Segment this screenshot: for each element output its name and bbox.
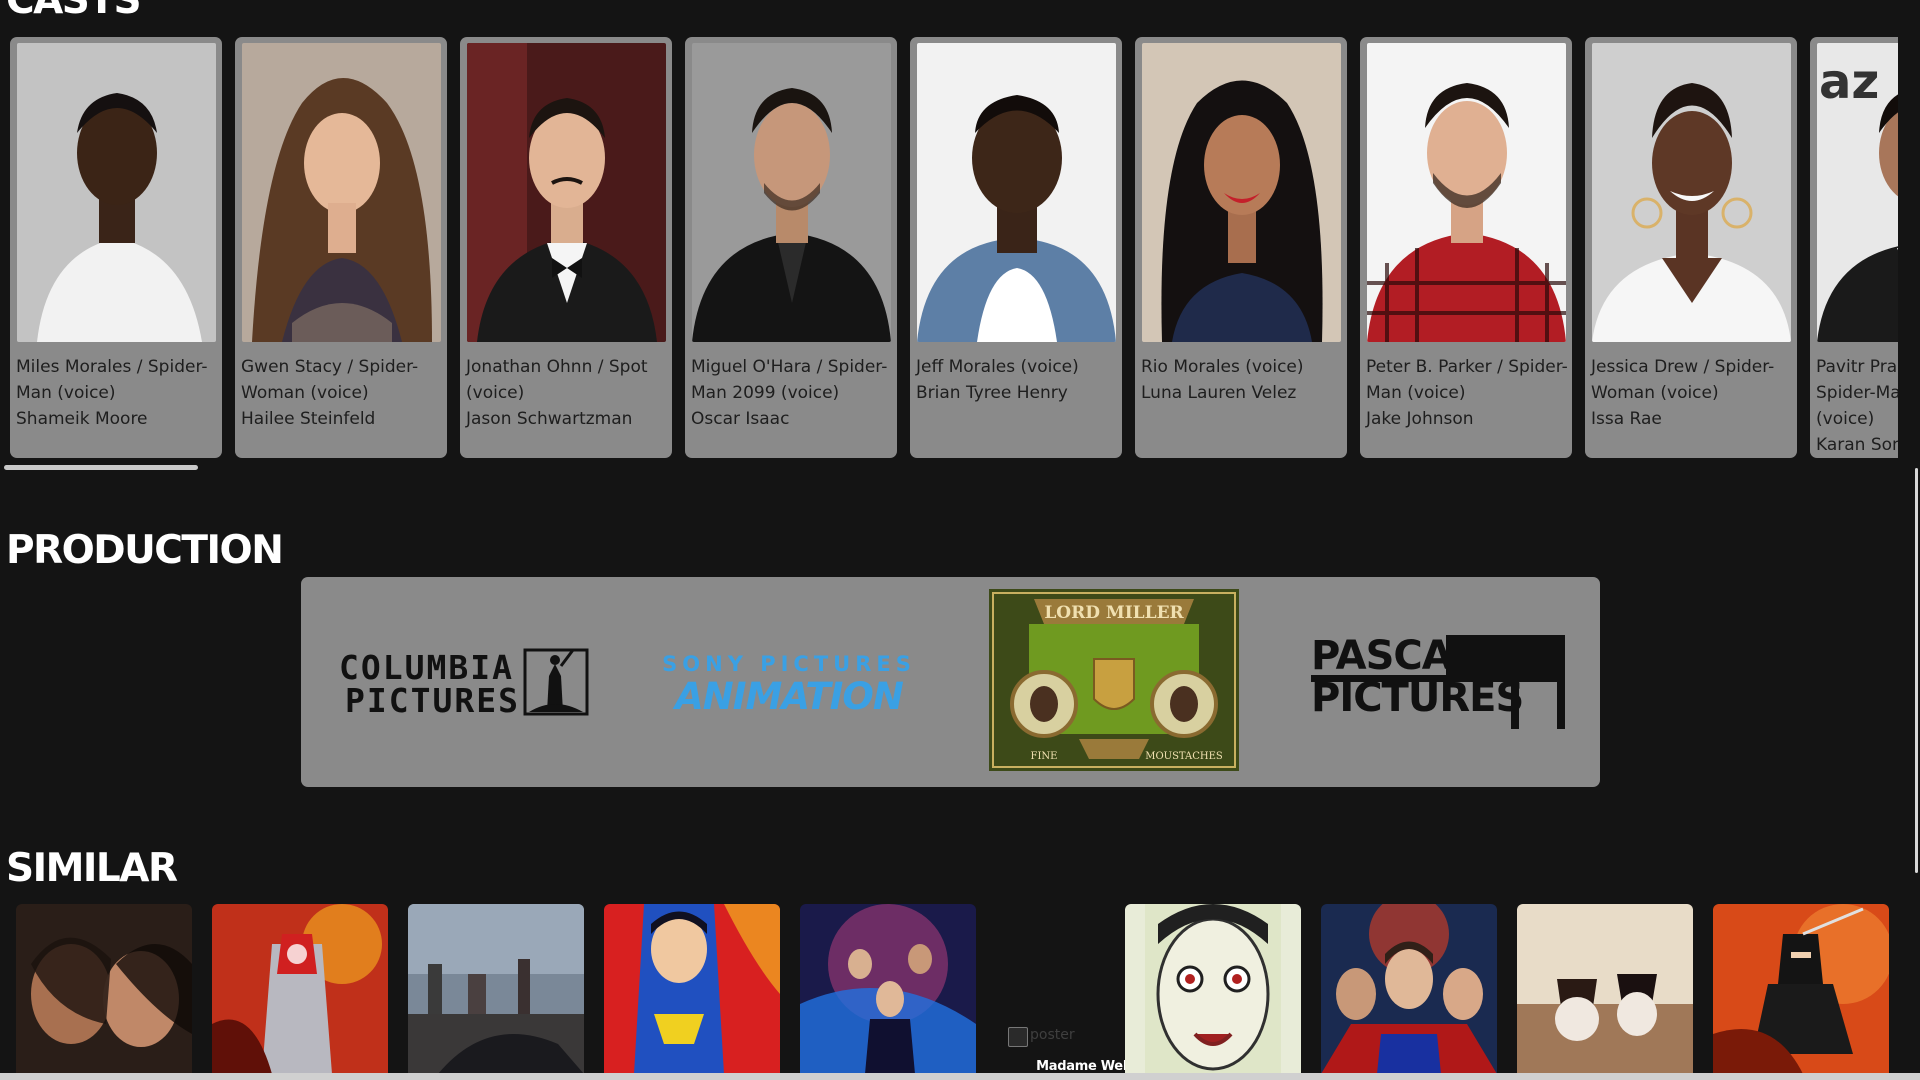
cast-carousel[interactable]: Miles Morales / Spider-Man (voice) Shame… bbox=[10, 37, 1898, 459]
cast-role: Gwen Stacy / Spider-Woman (voice) bbox=[241, 357, 419, 403]
similar-carousel[interactable]: poster Madame Web bbox=[16, 904, 1896, 1074]
cast-card[interactable]: Jessica Drew / Spider-Woman (voice) Issa… bbox=[1585, 37, 1797, 458]
horizontal-page-scrollbar[interactable] bbox=[0, 1073, 1920, 1080]
cast-actor: Karan Soni bbox=[1816, 435, 1898, 455]
cast-photo: az bbox=[1817, 43, 1898, 342]
cast-info: Gwen Stacy / Spider-Woman (voice) Hailee… bbox=[241, 354, 445, 432]
cast-actor: Oscar Isaac bbox=[691, 409, 790, 429]
production-section-title: PRODUCTION bbox=[6, 528, 284, 573]
cast-role: Miles Morales / Spider-Man (voice) bbox=[16, 357, 208, 403]
cast-role: Jonathan Ohnn / Spot (voice) bbox=[466, 357, 648, 403]
cast-actor: Jake Johnson bbox=[1366, 409, 1474, 429]
svg-text:az: az bbox=[1819, 54, 1879, 110]
similar-poster[interactable] bbox=[1517, 904, 1693, 1074]
lordmiller-banner: LORD MILLER bbox=[1044, 603, 1184, 623]
cast-card[interactable]: Miguel O'Hara / Spider-Man 2099 (voice) … bbox=[685, 37, 897, 458]
cast-photo bbox=[1367, 43, 1566, 342]
cast-card[interactable]: Miles Morales / Spider-Man (voice) Shame… bbox=[10, 37, 222, 458]
cast-photo bbox=[17, 43, 216, 342]
sony-line2: ANIMATION bbox=[672, 675, 904, 713]
cast-card[interactable]: Peter B. Parker / Spider-Man (voice) Jak… bbox=[1360, 37, 1572, 458]
pascal-pictures-logo[interactable]: PASCAL PICTURES bbox=[1311, 631, 1565, 729]
similar-poster[interactable] bbox=[1321, 904, 1497, 1074]
cast-role: Rio Morales (voice) bbox=[1141, 357, 1304, 377]
cast-actor: Brian Tyree Henry bbox=[916, 383, 1068, 403]
cast-actor: Luna Lauren Velez bbox=[1141, 383, 1297, 403]
cast-card[interactable]: Jeff Morales (voice) Brian Tyree Henry bbox=[910, 37, 1122, 458]
cast-actor: Issa Rae bbox=[1591, 409, 1662, 429]
cast-photo bbox=[1592, 43, 1791, 342]
cast-photo bbox=[467, 43, 666, 342]
production-companies-panel: COLUMBIA PICTURES SONY PICTURES ANIMATIO… bbox=[301, 577, 1600, 787]
similar-poster[interactable] bbox=[408, 904, 584, 1074]
columbia-line2: PICTURES bbox=[345, 681, 520, 716]
similar-section-title: SIMILAR bbox=[6, 846, 178, 891]
sony-line1: SONY PICTURES bbox=[663, 652, 915, 676]
cast-role: Miguel O'Hara / Spider-Man 2099 (voice) bbox=[691, 357, 888, 403]
cast-info: Miguel O'Hara / Spider-Man 2099 (voice) … bbox=[691, 354, 895, 432]
lordmiller-left: FINE bbox=[1031, 751, 1058, 762]
cast-role: Pavitr Prabhakar / Spider-Man India (voi… bbox=[1816, 357, 1898, 429]
cast-info: Peter B. Parker / Spider-Man (voice) Jak… bbox=[1366, 354, 1570, 432]
cast-photo bbox=[917, 43, 1116, 342]
cast-actor: Hailee Steinfeld bbox=[241, 409, 376, 429]
cast-photo bbox=[242, 43, 441, 342]
cast-info: Miles Morales / Spider-Man (voice) Shame… bbox=[16, 354, 220, 432]
lordmiller-right: MOUSTACHES bbox=[1145, 751, 1223, 762]
casts-section-title: CASTS bbox=[6, 0, 142, 23]
cast-card[interactable]: Jonathan Ohnn / Spot (voice) Jason Schwa… bbox=[460, 37, 672, 458]
cast-photo bbox=[1142, 43, 1341, 342]
similar-poster[interactable] bbox=[16, 904, 192, 1074]
cast-info: Rio Morales (voice) Luna Lauren Velez bbox=[1141, 354, 1345, 406]
sony-pictures-animation-logo[interactable]: SONY PICTURES ANIMATION bbox=[663, 649, 915, 713]
cast-info: Pavitr Prabhakar / Spider-Man India (voi… bbox=[1816, 354, 1898, 458]
similar-poster[interactable] bbox=[604, 904, 780, 1074]
similar-poster[interactable] bbox=[212, 904, 388, 1074]
poster-alt-text: poster bbox=[1030, 1027, 1075, 1043]
similar-poster[interactable] bbox=[1713, 904, 1889, 1074]
page-scrollbar[interactable] bbox=[1915, 468, 1918, 873]
cast-scrollbar-thumb[interactable] bbox=[4, 465, 198, 470]
cast-role: Peter B. Parker / Spider-Man (voice) bbox=[1366, 357, 1568, 403]
similar-poster[interactable] bbox=[800, 904, 976, 1074]
lord-miller-logo[interactable]: LORD MILLER FINE MOUSTACHES bbox=[989, 589, 1239, 771]
cast-card[interactable]: az Pavitr Prabhakar / Spider-Man India (… bbox=[1810, 37, 1898, 458]
columbia-pictures-logo[interactable]: COLUMBIA PICTURES bbox=[337, 646, 589, 716]
cast-actor: Shameik Moore bbox=[16, 409, 148, 429]
cast-photo bbox=[692, 43, 891, 342]
cast-card[interactable]: Rio Morales (voice) Luna Lauren Velez bbox=[1135, 37, 1347, 458]
cast-info: Jeff Morales (voice) Brian Tyree Henry bbox=[916, 354, 1120, 406]
cast-actor: Jason Schwartzman bbox=[466, 409, 633, 429]
cast-info: Jessica Drew / Spider-Woman (voice) Issa… bbox=[1591, 354, 1795, 432]
similar-poster[interactable] bbox=[1125, 904, 1301, 1074]
cast-info: Jonathan Ohnn / Spot (voice) Jason Schwa… bbox=[466, 354, 670, 432]
cast-role: Jeff Morales (voice) bbox=[916, 357, 1079, 377]
broken-image-icon bbox=[1008, 1027, 1028, 1047]
cast-card[interactable]: Gwen Stacy / Spider-Woman (voice) Hailee… bbox=[235, 37, 447, 458]
cast-role: Jessica Drew / Spider-Woman (voice) bbox=[1591, 357, 1775, 403]
